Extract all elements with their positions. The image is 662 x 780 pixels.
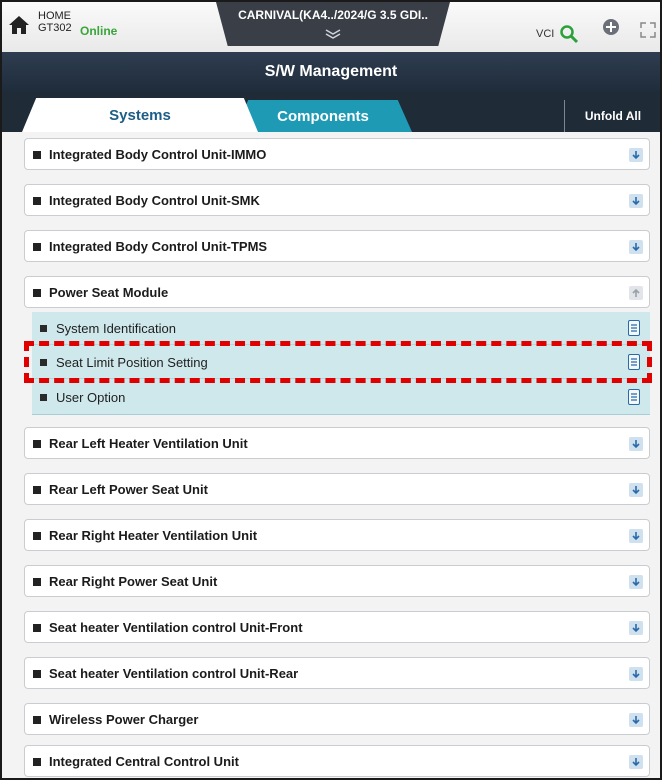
status-bar: HOME GT302 Online CARNIVAL(KA4../2024/G … <box>2 2 660 52</box>
list-item[interactable]: Integrated Body Control Unit-TPMS <box>24 230 650 262</box>
download-icon[interactable] <box>629 437 643 451</box>
tab-systems[interactable]: Systems <box>22 98 258 132</box>
sub-item-label: Seat Limit Position Setting <box>56 355 208 370</box>
download-icon[interactable] <box>629 713 643 727</box>
tab-components[interactable]: Components <box>234 100 412 132</box>
bullet-icon <box>33 197 41 205</box>
collapse-icon[interactable] <box>629 286 643 300</box>
list-item-label: Integrated Central Control Unit <box>49 754 239 769</box>
bullet-icon <box>33 716 41 724</box>
bullet-icon <box>33 624 41 632</box>
page-title: S/W Management <box>2 52 660 92</box>
list-item[interactable]: Integrated Central Control Unit <box>24 745 650 777</box>
bullet-icon <box>40 394 47 401</box>
sub-item[interactable]: Seat Limit Position Setting <box>32 348 650 379</box>
list-item[interactable]: Rear Left Power Seat Unit <box>24 473 650 505</box>
connection-status: Online <box>80 24 118 38</box>
fullscreen-icon[interactable] <box>638 20 658 40</box>
list-item[interactable]: Integrated Body Control Unit-IMMO <box>24 138 650 170</box>
list-item-label: Rear Right Power Seat Unit <box>49 574 218 589</box>
home-label[interactable]: HOME <box>38 10 71 22</box>
list-item-label: Integrated Body Control Unit-SMK <box>49 193 260 208</box>
list-item-label: Rear Left Heater Ventilation Unit <box>49 436 248 451</box>
list-item-label: Integrated Body Control Unit-TPMS <box>49 239 268 254</box>
download-icon[interactable] <box>629 148 643 162</box>
sub-item[interactable]: User Option <box>32 383 650 413</box>
download-icon[interactable] <box>629 240 643 254</box>
document-icon[interactable] <box>628 389 640 405</box>
list-item[interactable]: Rear Left Heater Ventilation Unit <box>24 427 650 459</box>
bullet-icon <box>40 359 47 366</box>
list-item[interactable]: Seat heater Ventilation control Unit-Rea… <box>24 657 650 689</box>
download-icon[interactable] <box>629 621 643 635</box>
vci-connection-icon[interactable] <box>600 16 622 38</box>
list-item-expanded[interactable]: Power Seat Module <box>24 276 650 308</box>
bullet-icon <box>33 440 41 448</box>
unfold-all-button[interactable]: Unfold All <box>564 100 660 132</box>
search-icon[interactable] <box>559 24 579 44</box>
vehicle-title[interactable]: CARNIVAL(KA4../2024/G 3.5 GDI.. <box>224 8 442 22</box>
bullet-icon <box>33 243 41 251</box>
list-item-label: Power Seat Module <box>49 285 169 300</box>
sub-item-label: User Option <box>56 390 126 405</box>
list-item-label: Rear Right Heater Ventilation Unit <box>49 528 258 543</box>
list-item-label: Wireless Power Charger <box>49 712 199 727</box>
list-item-label: Seat heater Ventilation control Unit-Rea… <box>49 666 299 681</box>
sub-item-list: System Identification Seat Limit Positio… <box>32 312 650 415</box>
list-item[interactable]: Seat heater Ventilation control Unit-Fro… <box>24 611 650 643</box>
download-icon[interactable] <box>629 755 643 769</box>
list-item-label: Rear Left Power Seat Unit <box>49 482 208 497</box>
list-item[interactable]: Integrated Body Control Unit-SMK <box>24 184 650 216</box>
bullet-icon <box>33 151 41 159</box>
download-icon[interactable] <box>629 483 643 497</box>
bullet-icon <box>33 532 41 540</box>
download-icon[interactable] <box>629 529 643 543</box>
document-icon[interactable] <box>628 354 640 370</box>
list-item[interactable]: Rear Right Power Seat Unit <box>24 565 650 597</box>
bullet-icon <box>40 325 47 332</box>
download-icon[interactable] <box>629 667 643 681</box>
tab-bar: Components Systems Unfold All <box>2 92 660 132</box>
download-icon[interactable] <box>629 194 643 208</box>
list-item-label: Integrated Body Control Unit-IMMO <box>49 147 267 162</box>
list-item[interactable]: Wireless Power Charger <box>24 703 650 735</box>
bullet-icon <box>33 758 41 766</box>
bullet-icon <box>33 486 41 494</box>
bullet-icon <box>33 289 41 297</box>
sub-item-label: System Identification <box>56 321 176 336</box>
list-item-label: Seat heater Ventilation control Unit-Fro… <box>49 620 303 635</box>
bullet-icon <box>33 670 41 678</box>
chevron-down-icon[interactable] <box>324 28 342 40</box>
bullet-icon <box>33 578 41 586</box>
download-icon[interactable] <box>629 575 643 589</box>
list-item[interactable]: Rear Right Heater Ventilation Unit <box>24 519 650 551</box>
sub-item[interactable]: System Identification <box>32 314 650 345</box>
app-frame: HOME GT302 Online CARNIVAL(KA4../2024/G … <box>0 0 662 780</box>
device-name: GT302 <box>38 22 72 34</box>
home-icon[interactable] <box>8 14 30 36</box>
document-icon[interactable] <box>628 320 640 336</box>
vci-label: VCI <box>536 28 555 40</box>
